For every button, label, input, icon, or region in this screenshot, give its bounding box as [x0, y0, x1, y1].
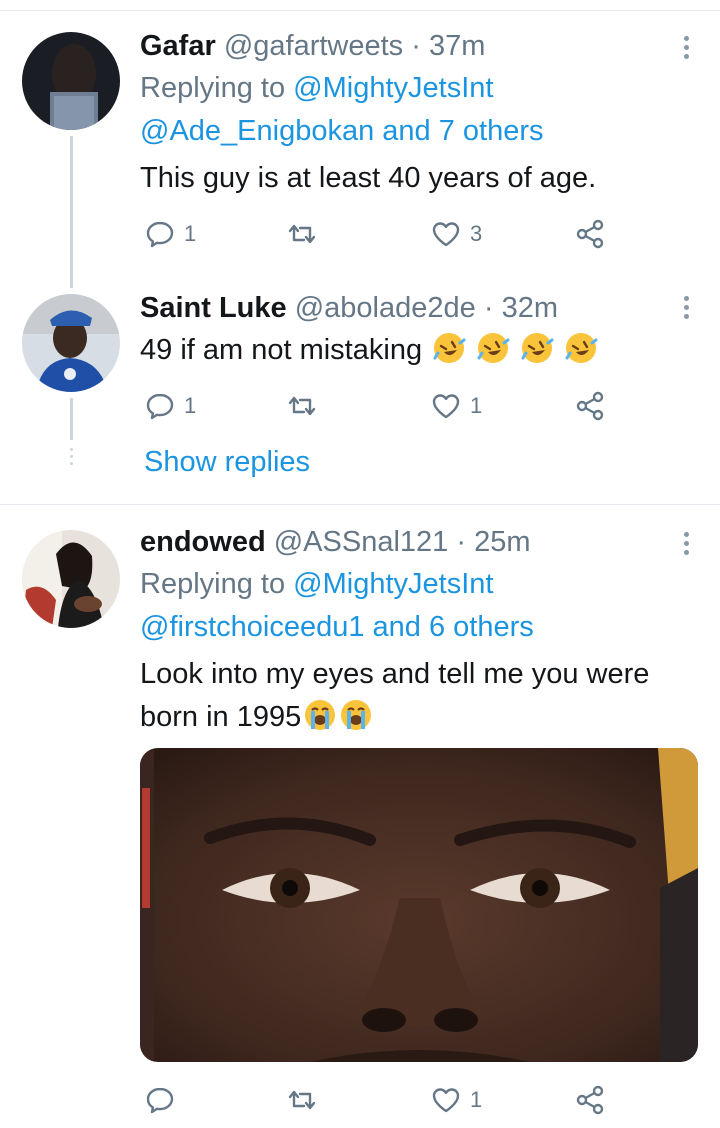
tweet-actions: 1 3	[140, 216, 620, 252]
share-button[interactable]	[574, 388, 606, 424]
share-icon	[576, 1085, 604, 1115]
avatar[interactable]	[22, 294, 120, 392]
user-handle[interactable]: @gafartweets	[224, 30, 403, 62]
avatar[interactable]	[22, 530, 120, 628]
replying-prefix: Replying to	[140, 72, 286, 104]
reply-button[interactable]: 1	[144, 216, 196, 252]
thread-dots	[70, 448, 73, 469]
share-icon	[576, 391, 604, 421]
like-count: 1	[470, 393, 483, 418]
thread-line	[70, 398, 73, 440]
retweet-button[interactable]	[286, 388, 318, 424]
tweet-text: This guy is at least 40 years of age.	[140, 162, 597, 194]
reply-button[interactable]	[144, 1082, 176, 1118]
reply-count: 1	[184, 221, 197, 246]
timestamp[interactable]: 25m	[474, 526, 530, 558]
tweet-header: Gafar @gafartweets · 37m	[140, 28, 485, 64]
separator-dot: ·	[411, 30, 421, 62]
heart-icon	[432, 394, 460, 419]
heart-icon	[432, 1088, 460, 1113]
retweet-icon	[288, 1090, 316, 1110]
display-name[interactable]: Gafar	[140, 30, 216, 62]
share-icon	[576, 219, 604, 249]
like-button[interactable]: 1	[430, 388, 482, 424]
tweet-header: endowed @ASSnal121 · 25m	[140, 524, 531, 560]
retweet-icon	[288, 224, 316, 244]
like-button[interactable]: 3	[430, 216, 482, 252]
rolling-on-floor-laughing-icon	[521, 333, 554, 363]
thread-line	[70, 136, 73, 288]
tweet-divider	[0, 504, 720, 505]
replying-to: Replying to @MightyJetsInt	[140, 70, 493, 106]
reply-icon	[146, 393, 174, 420]
top-divider	[0, 10, 720, 11]
heart-icon	[432, 222, 460, 247]
retweet-button[interactable]	[286, 216, 318, 252]
replying-to: Replying to @MightyJetsInt	[140, 566, 493, 602]
tweet-text: 49 if am not mistaking	[140, 331, 598, 368]
rolling-on-floor-laughing-icon	[565, 333, 598, 363]
emoji-row	[430, 333, 598, 366]
tweet-text-line-2: born in 1995	[140, 698, 373, 735]
tweet-photo[interactable]	[140, 748, 698, 1062]
more-vertical-icon[interactable]	[684, 36, 690, 63]
tweet-actions: 1	[140, 1082, 620, 1118]
like-count: 1	[470, 1087, 483, 1112]
tweet-header: Saint Luke @abolade2de · 32m	[140, 290, 558, 326]
reply-count: 1	[184, 393, 197, 418]
share-button[interactable]	[574, 216, 606, 252]
retweet-button[interactable]	[286, 1082, 318, 1118]
mention-others-link[interactable]: @Ade_Enigbokan and 7 others	[140, 113, 544, 149]
timestamp[interactable]: 37m	[429, 30, 485, 62]
more-vertical-icon[interactable]	[684, 532, 690, 559]
mention-link[interactable]: @MightyJetsInt	[293, 568, 493, 600]
rolling-on-floor-laughing-icon	[477, 333, 510, 363]
show-replies-link[interactable]: Show replies	[144, 446, 310, 479]
replying-prefix: Replying to	[140, 568, 286, 600]
more-vertical-icon[interactable]	[684, 296, 690, 323]
tweet-text-content: born in 1995	[140, 701, 302, 733]
share-button[interactable]	[574, 1082, 606, 1118]
reply-button[interactable]: 1	[144, 388, 196, 424]
retweet-icon	[288, 396, 316, 416]
display-name[interactable]: endowed	[140, 526, 266, 558]
display-name[interactable]: Saint Luke	[140, 292, 287, 324]
like-button[interactable]: 1	[430, 1082, 482, 1118]
reply-icon	[146, 221, 174, 248]
user-handle[interactable]: @abolade2de	[295, 292, 476, 324]
tweet-text-line-1: Look into my eyes and tell me you were	[140, 658, 650, 690]
separator-dot: ·	[483, 292, 494, 324]
mention-link[interactable]: @MightyJetsInt	[293, 72, 493, 104]
tweet-actions: 1 1	[140, 388, 620, 424]
tweet-text-content: 49 if am not mistaking	[140, 334, 423, 366]
avatar[interactable]	[22, 32, 120, 130]
separator-dot: ·	[456, 526, 467, 558]
mention-others-link[interactable]: @firstchoiceedu1 and 6 others	[140, 609, 534, 645]
user-handle[interactable]: @ASSnal121	[274, 526, 449, 558]
like-count: 3	[470, 221, 483, 246]
loudly-crying-face-icon	[341, 700, 372, 730]
rolling-on-floor-laughing-icon	[433, 333, 466, 363]
loudly-crying-face-icon	[305, 700, 336, 730]
timestamp[interactable]: 32m	[502, 292, 558, 324]
reply-icon	[146, 1087, 174, 1114]
